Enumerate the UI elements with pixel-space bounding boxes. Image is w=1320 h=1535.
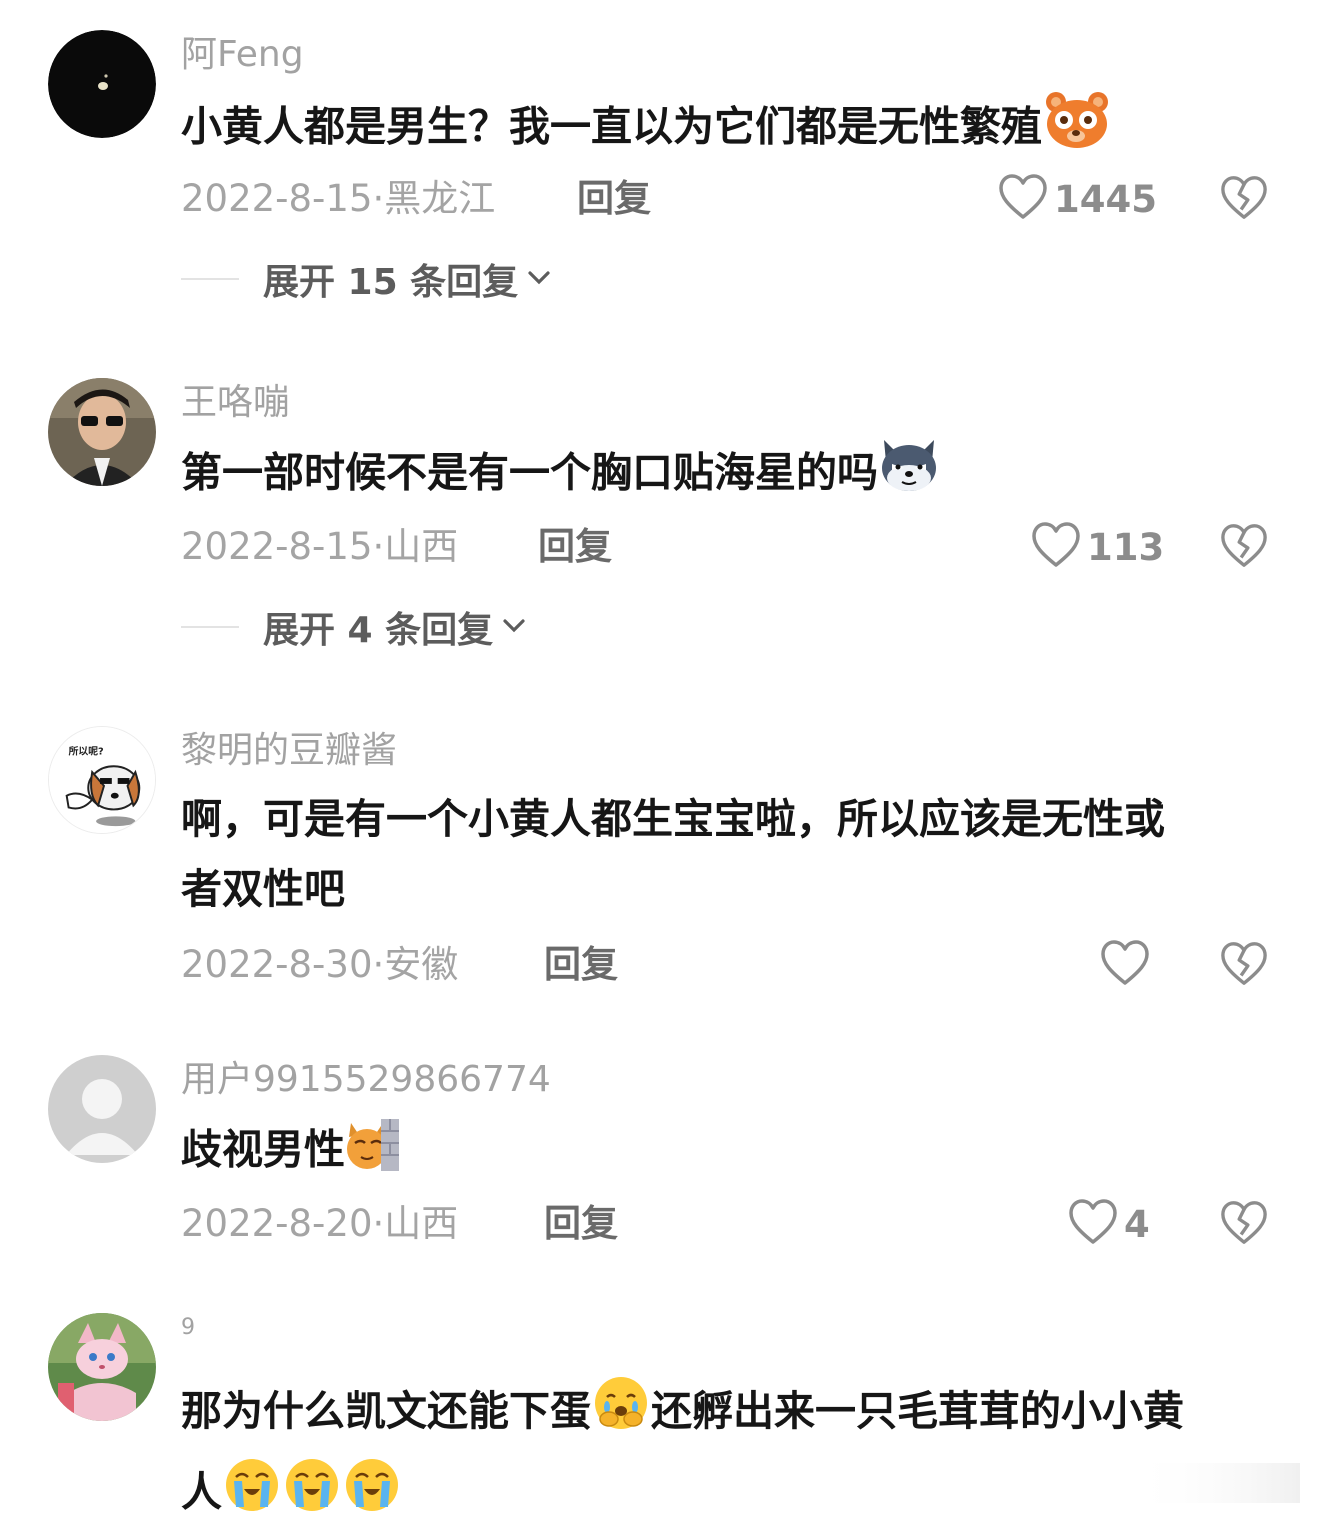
heart-outline-icon [1031,521,1081,573]
username[interactable]: 王咯嘣 [181,378,289,428]
broken-heart-icon [1221,176,1267,219]
avatar[interactable] [48,30,156,138]
like-button[interactable]: 1445 [998,174,1157,224]
broken-heart-icon [1221,942,1267,985]
comment-date: 2022-8-30 [181,943,373,986]
comment-date: 2022-8-20 [181,1202,373,1245]
loudly-crying-emoji-icon [282,1455,342,1535]
comment-text: 第一部时候不是有一个胸口贴海星的吗 [181,436,1271,515]
reply-button[interactable]: 回复 [538,522,612,572]
loudly-crying-emoji-icon [222,1455,282,1535]
like-button[interactable]: 113 [1031,522,1164,572]
avatar[interactable]: 所以呢? [48,726,156,834]
comment-date: 2022-8-15 [181,525,373,568]
comment-location: 山西 [384,1202,459,1245]
watermark-fade [1130,1463,1300,1503]
expand-replies-button[interactable]: 展开 4 条回复 [181,602,527,652]
heart-outline-icon [1068,1198,1118,1250]
comment-meta: 2022-8-30·安徽 [181,943,459,986]
comment-text: 那为什么凯文还能下蛋 还孵出来一只毛茸茸的小小黄 人 [181,1373,1271,1535]
comment-meta: 2022-8-15·黑龙江 [181,177,496,220]
broken-heart-icon [1221,524,1267,567]
like-button[interactable] [1100,940,1156,990]
dislike-button[interactable] [1220,940,1268,990]
reply-button[interactable]: 回复 [577,174,651,224]
divider [181,278,239,280]
heart-outline-icon [1100,939,1150,991]
like-count: 4 [1124,1202,1150,1246]
dislike-button[interactable] [1220,522,1268,572]
comment-date: 2022-8-15 [181,177,373,220]
cat-behind-wall-emoji-icon [345,1113,401,1192]
expand-replies-label: 展开 4 条回复 [263,610,494,651]
comment-location: 山西 [384,525,459,568]
like-button[interactable]: 4 [1068,1199,1150,1249]
comment-text: 歧视男性 [181,1113,1271,1192]
username[interactable]: 阿Feng [181,30,304,80]
avatar[interactable] [48,1055,156,1163]
comment-text: 小黄人都是男生？我一直以为它们都是无性繁殖 [181,88,1271,171]
expand-replies-label: 展开 15 条回复 [263,262,519,303]
username[interactable]: 用户9915529866774 [181,1055,551,1105]
loudly-crying-emoji-icon [342,1455,402,1535]
expand-replies-button[interactable]: 展开 15 条回复 [181,254,552,304]
dislike-button[interactable] [1220,1199,1268,1249]
like-count: 1445 [1054,177,1157,221]
wolf-face-emoji-icon [878,436,940,515]
like-count: 113 [1087,525,1165,569]
chevron-down-icon [501,615,527,639]
dislike-button[interactable] [1220,174,1268,224]
avatar-caption: 所以呢? [69,744,104,757]
heart-outline-icon [998,173,1048,225]
broken-heart-icon [1221,1201,1267,1244]
username[interactable]: 黎明的豆瓣酱 [181,726,397,776]
comment-location: 安徽 [384,943,459,986]
divider [181,626,239,628]
comment-meta: 2022-8-15·山西 [181,525,459,568]
crying-with-hands-emoji-icon [591,1373,651,1455]
comment-text: 啊，可是有一个小黄人都生宝宝啦，所以应该是无性或 者双性吧 [181,795,1165,913]
comment-meta: 2022-8-20·山西 [181,1202,459,1245]
chevron-down-icon [526,267,552,291]
reply-button[interactable]: 回复 [544,940,618,990]
reply-button[interactable]: 回复 [544,1199,618,1249]
avatar[interactable] [48,378,156,486]
comment-location: 黑龙江 [384,177,496,220]
avatar[interactable] [48,1313,156,1421]
bear-face-emoji-icon [1042,88,1112,171]
username[interactable]: 9 [181,1303,195,1353]
